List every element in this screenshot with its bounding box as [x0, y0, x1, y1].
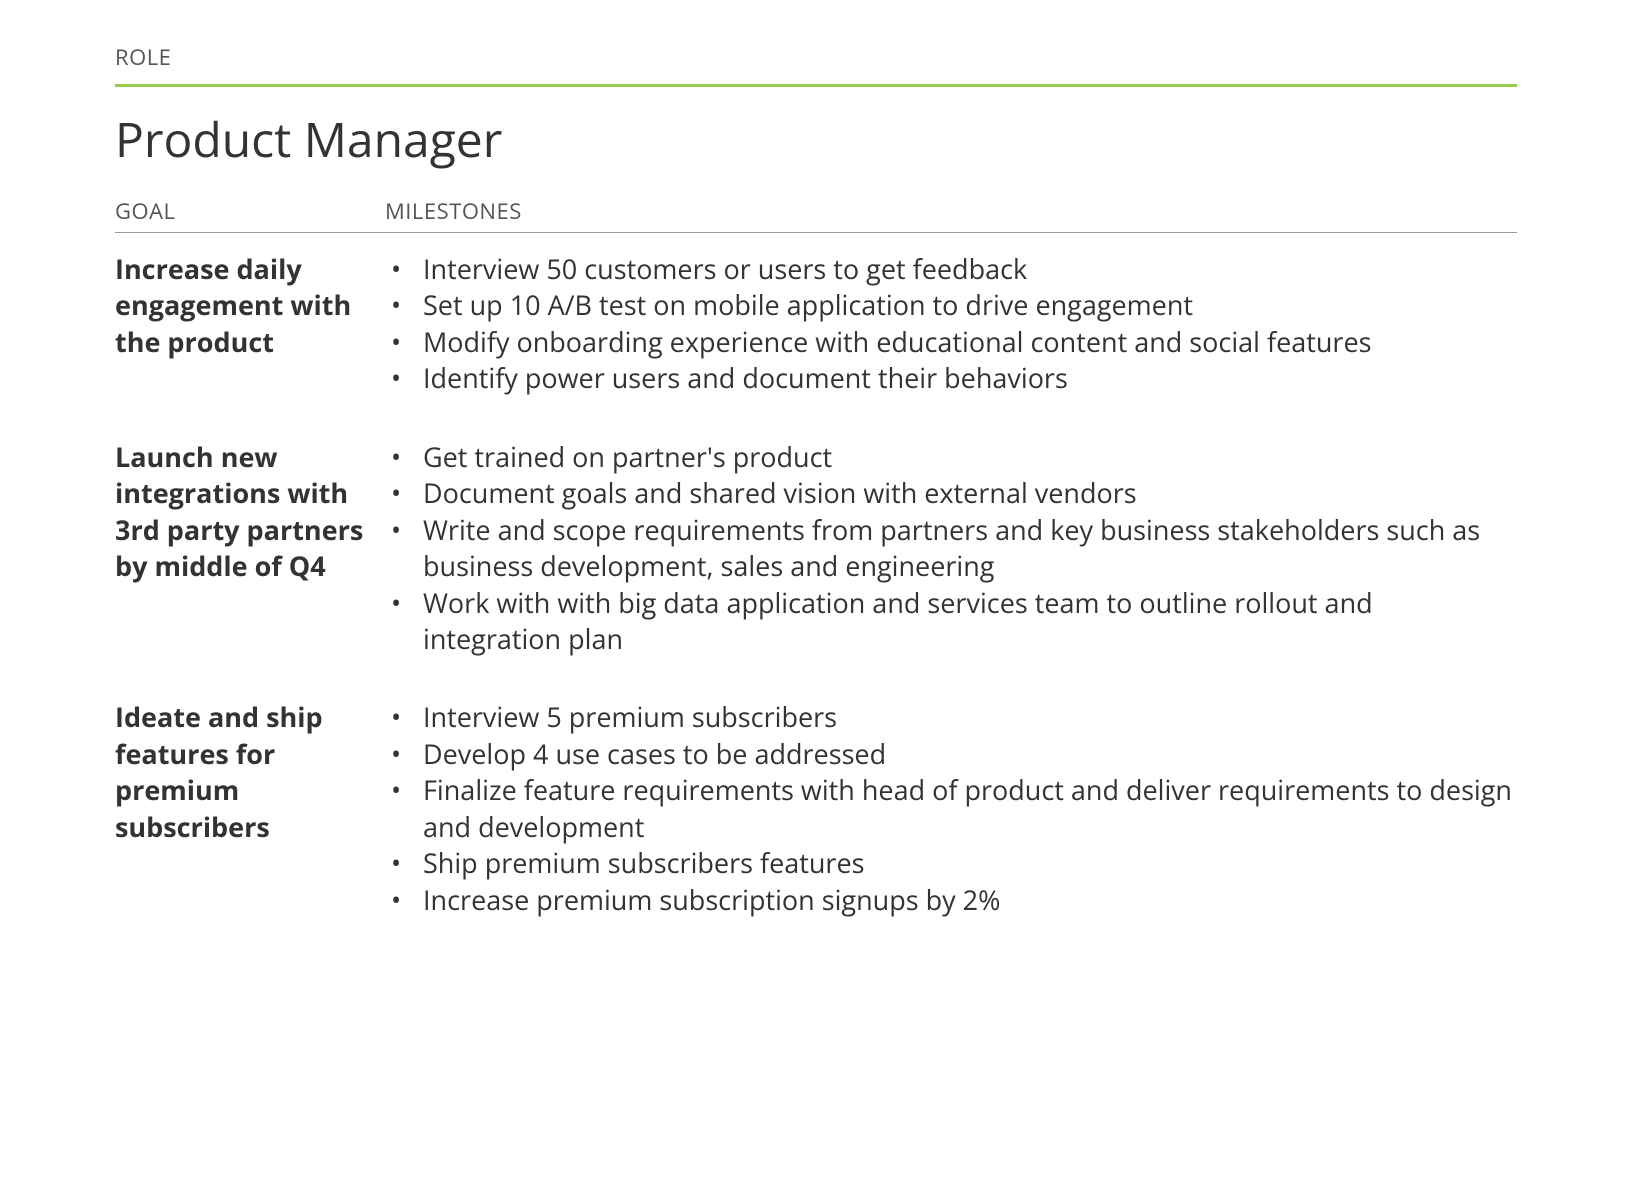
- milestone-list: Interview 5 premium subscribers Develop …: [385, 699, 1517, 918]
- milestone-item: Document goals and shared vision with ex…: [385, 475, 1517, 511]
- goal-header: GOAL: [115, 196, 385, 226]
- milestone-item: Modify onboarding experience with educat…: [385, 324, 1517, 360]
- role-title: Product Manager: [115, 107, 1517, 172]
- milestone-item: Write and scope requirements from partne…: [385, 512, 1517, 585]
- goal-text: Launch new integrations with 3rd party p…: [115, 439, 385, 658]
- milestone-item: Increase premium subscription signups by…: [385, 882, 1517, 918]
- milestone-item: Finalize feature requirements with head …: [385, 772, 1517, 845]
- section-divider: [115, 84, 1517, 87]
- milestone-list: Interview 50 customers or users to get f…: [385, 251, 1517, 397]
- role-label: ROLE: [115, 42, 1517, 72]
- milestone-item: Develop 4 use cases to be addressed: [385, 736, 1517, 772]
- goal-text: Increase daily engagement with the produ…: [115, 251, 385, 397]
- milestone-item: Work with with big data application and …: [385, 585, 1517, 658]
- goal-row: Launch new integrations with 3rd party p…: [115, 439, 1517, 658]
- milestone-item: Interview 5 premium subscribers: [385, 699, 1517, 735]
- milestone-item: Ship premium subscribers features: [385, 845, 1517, 881]
- goal-text: Ideate and ship features for premium sub…: [115, 699, 385, 918]
- milestone-item: Set up 10 A/B test on mobile application…: [385, 287, 1517, 323]
- table-headers: GOAL MILESTONES: [115, 196, 1517, 233]
- milestone-item: Identify power users and document their …: [385, 360, 1517, 396]
- milestone-item: Get trained on partner's product: [385, 439, 1517, 475]
- milestone-list: Get trained on partner's product Documen…: [385, 439, 1517, 658]
- goal-row: Ideate and ship features for premium sub…: [115, 699, 1517, 918]
- milestones-header: MILESTONES: [385, 196, 522, 226]
- goal-row: Increase daily engagement with the produ…: [115, 251, 1517, 397]
- milestone-item: Interview 50 customers or users to get f…: [385, 251, 1517, 287]
